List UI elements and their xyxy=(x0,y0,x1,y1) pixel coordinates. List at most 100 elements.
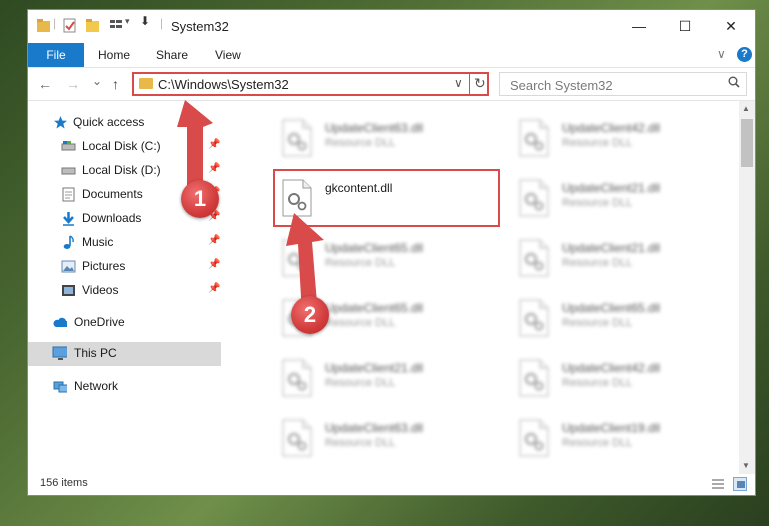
videos-icon xyxy=(62,285,75,296)
dll-file-icon xyxy=(282,359,312,397)
explorer-window: | ▾ ⬇ | System32 — ☐ ✕ File Home Share V… xyxy=(27,9,756,496)
sidebar-item-label: This PC xyxy=(74,346,117,360)
close-button[interactable]: ✕ xyxy=(708,10,754,43)
file-name: UpdateClient63.dll xyxy=(325,421,424,435)
network-icon xyxy=(53,381,67,393)
file-name: UpdateClient21.dll xyxy=(562,241,661,255)
file-type: Resource DLL xyxy=(325,437,396,449)
details-view-icon[interactable] xyxy=(711,477,725,491)
address-dropdown-chevron-icon[interactable]: ∨ xyxy=(454,76,463,90)
file-name: UpdateClient65.dll xyxy=(325,241,424,255)
dll-file-icon xyxy=(282,419,312,457)
recent-locations-chevron-icon[interactable]: ⌄ xyxy=(92,74,102,88)
address-bar[interactable]: C:\Windows\System32 ∨ ↻ xyxy=(132,72,489,96)
step-1-badge: 1 xyxy=(181,180,219,218)
file-name: UpdateClient21.dll xyxy=(562,181,661,195)
window-title: System32 xyxy=(171,19,229,34)
address-path[interactable]: C:\Windows\System32 xyxy=(158,77,289,92)
back-arrow-icon[interactable]: ← xyxy=(38,76,52,92)
folder-icon[interactable] xyxy=(36,17,52,35)
help-icon[interactable]: ? xyxy=(737,47,752,62)
tab-file[interactable]: File xyxy=(28,43,84,67)
file-name: UpdateClient65.dll xyxy=(562,301,661,315)
sidebar-item-network[interactable]: Network xyxy=(28,375,221,398)
folder-icon xyxy=(139,78,153,89)
search-input[interactable] xyxy=(508,74,732,96)
star-icon xyxy=(54,116,67,129)
scrollbar-thumb[interactable] xyxy=(741,119,753,167)
address-divider xyxy=(469,72,470,96)
tab-home[interactable]: Home xyxy=(98,43,130,67)
search-icon[interactable] xyxy=(728,76,740,88)
music-icon xyxy=(63,235,74,249)
properties-icon[interactable] xyxy=(62,17,78,35)
dll-file-icon xyxy=(282,119,312,157)
sidebar-item-videos[interactable]: Videos 📌 xyxy=(28,279,221,302)
sidebar-item-onedrive[interactable]: OneDrive xyxy=(28,311,221,334)
file-type: Resource DLL xyxy=(325,257,396,269)
maximize-button[interactable]: ☐ xyxy=(662,10,708,43)
cloud-icon xyxy=(53,317,67,327)
file-type: Resource DLL xyxy=(562,437,633,449)
expand-ribbon-chevron-icon[interactable]: ∨ xyxy=(717,47,726,61)
sidebar-item-label: Documents xyxy=(82,187,143,201)
sidebar-item-label: Local Disk (C:) xyxy=(82,139,161,153)
file-item[interactable]: UpdateClient21.dll Resource DLL xyxy=(514,235,734,289)
scroll-down-icon[interactable]: ▼ xyxy=(742,461,750,470)
minimize-button[interactable]: — xyxy=(616,10,662,43)
computer-icon xyxy=(52,346,67,360)
forward-arrow-icon[interactable]: → xyxy=(66,76,80,92)
file-name: UpdateClient21.dll xyxy=(325,361,424,375)
new-folder-icon[interactable] xyxy=(85,17,101,35)
file-item[interactable]: UpdateClient19.dll Resource DLL xyxy=(514,415,734,469)
file-type: Resource DLL xyxy=(562,317,633,329)
drive-icon xyxy=(61,141,76,151)
file-type: Resource DLL xyxy=(562,377,633,389)
file-name: UpdateClient19.dll xyxy=(562,421,661,435)
dll-file-icon xyxy=(519,359,549,397)
refresh-icon[interactable]: ↻ xyxy=(474,75,486,92)
file-name: UpdateClient63.dll xyxy=(325,121,424,135)
vertical-scrollbar[interactable]: ▲ ▼ xyxy=(739,101,755,474)
dll-file-icon xyxy=(519,119,549,157)
dll-file-icon xyxy=(519,419,549,457)
file-item[interactable]: UpdateClient63.dll Resource DLL xyxy=(277,415,497,469)
tab-share[interactable]: Share xyxy=(156,43,188,67)
status-bar: 156 items xyxy=(28,474,755,495)
drive-icon xyxy=(61,167,76,175)
file-item[interactable]: UpdateClient21.dll Resource DLL xyxy=(277,355,497,409)
large-icons-view-icon[interactable] xyxy=(733,477,747,491)
view-options-icon[interactable] xyxy=(108,17,124,35)
file-item[interactable]: UpdateClient42.dll Resource DLL xyxy=(514,355,734,409)
up-arrow-icon[interactable]: ↑ xyxy=(112,76,119,92)
sidebar-item-this-pc[interactable]: This PC xyxy=(28,342,221,366)
sidebar-item-music[interactable]: Music 📌 xyxy=(28,231,221,254)
sidebar-item-pictures[interactable]: Pictures 📌 xyxy=(28,255,221,278)
file-item[interactable]: UpdateClient63.dll Resource DLL xyxy=(277,115,497,169)
sidebar-item-label: Videos xyxy=(82,283,119,297)
documents-icon xyxy=(62,187,75,202)
file-type: Resource DLL xyxy=(562,197,633,209)
title-bar: | ▾ ⬇ | System32 — ☐ ✕ xyxy=(28,10,755,43)
file-type: Resource DLL xyxy=(562,137,633,149)
sidebar-item-label: Local Disk (D:) xyxy=(82,163,161,177)
customize-toolbar-chevron-icon[interactable]: ▾ xyxy=(125,16,130,34)
scroll-up-icon[interactable]: ▲ xyxy=(742,104,750,113)
customize-toolbar-arrow-icon[interactable]: ⬇ xyxy=(140,14,150,32)
pin-icon: 📌 xyxy=(208,259,221,270)
navigation-bar: ← → ⌄ ↑ C:\Windows\System32 ∨ ↻ xyxy=(28,67,755,101)
pin-icon: 📌 xyxy=(208,283,221,294)
file-item[interactable]: UpdateClient65.dll Resource DLL xyxy=(514,295,734,349)
file-item[interactable]: UpdateClient42.dll Resource DLL xyxy=(514,115,734,169)
file-name: UpdateClient42.dll xyxy=(562,121,661,135)
dll-file-icon xyxy=(519,239,549,277)
sidebar-item-label: OneDrive xyxy=(74,315,125,329)
tab-view[interactable]: View xyxy=(215,43,241,67)
file-item[interactable]: UpdateClient21.dll Resource DLL xyxy=(514,175,734,229)
step-2-badge: 2 xyxy=(291,296,329,334)
ribbon: File Home Share View ∨ ? xyxy=(28,43,755,67)
search-box[interactable] xyxy=(499,72,747,96)
file-type: Resource DLL xyxy=(325,317,396,329)
item-count: 156 items xyxy=(40,477,88,489)
file-type: Resource DLL xyxy=(562,257,633,269)
